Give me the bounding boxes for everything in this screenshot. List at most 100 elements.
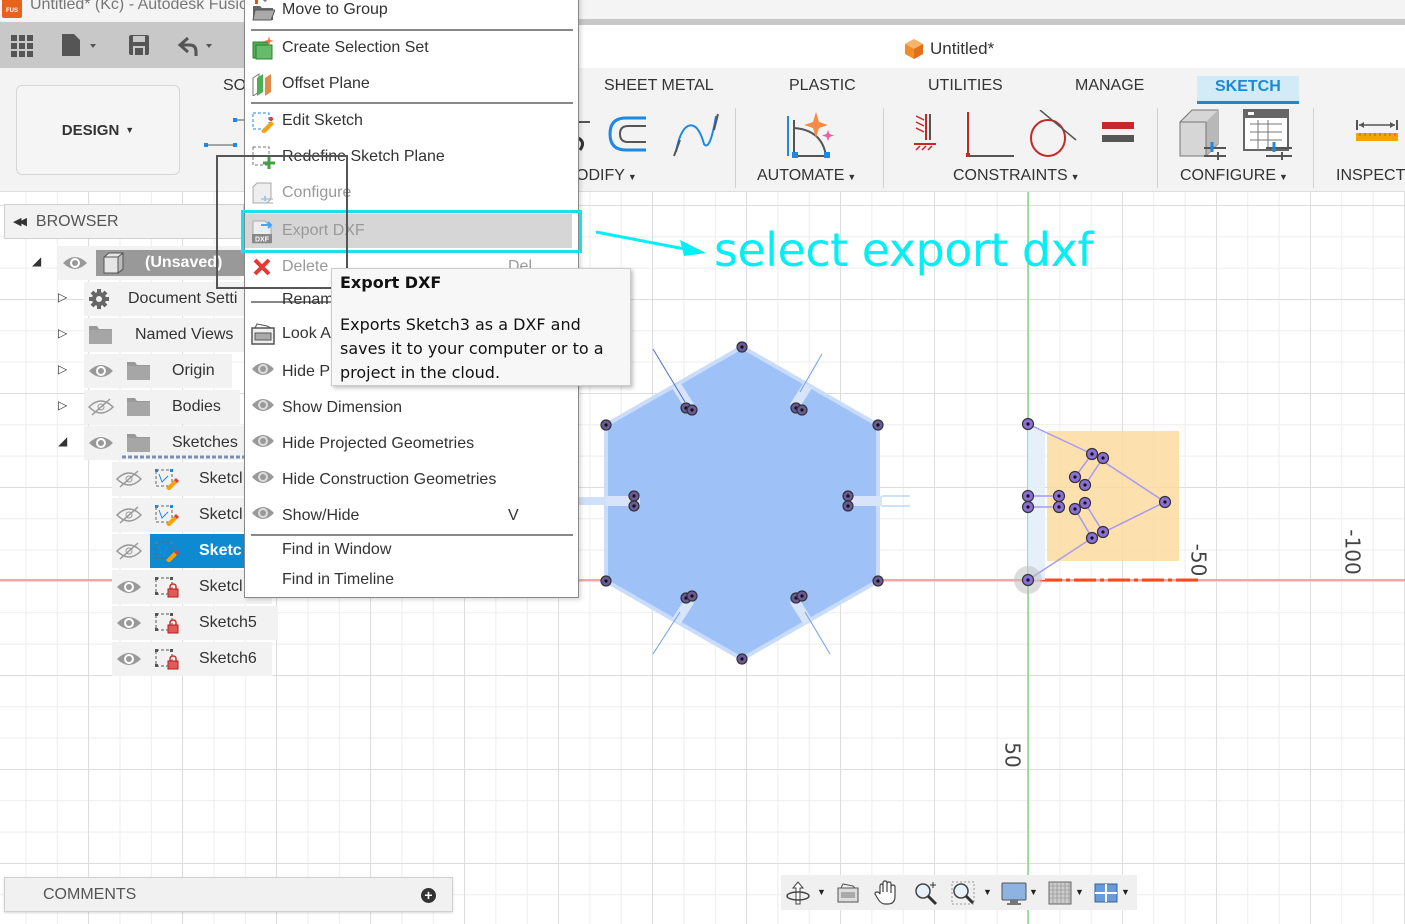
- browser-item[interactable]: Sketch6: [0, 642, 272, 676]
- browser-item[interactable]: ▷ Origin: [0, 354, 250, 388]
- measure-icon[interactable]: [1356, 120, 1400, 144]
- sketch-point-dot: [800, 408, 804, 412]
- menu-item-configure[interactable]: Configure: [245, 176, 578, 210]
- menu-item-redefine-sketch-plane[interactable]: Redefine Sketch Plane: [245, 140, 578, 174]
- browser-item[interactable]: Sketcl: [0, 498, 250, 532]
- menu-item-show-dimension[interactable]: Show Dimension: [245, 391, 578, 425]
- comments-panel[interactable]: COMMENTS +: [4, 877, 453, 912]
- viewports-dropdown-icon[interactable]: ▼: [1121, 887, 1130, 897]
- sketch-point-dot: [690, 408, 694, 412]
- browser-item[interactable]: ◢ (Unsaved): [0, 246, 250, 280]
- automate-icon[interactable]: [784, 112, 838, 160]
- menu-item-show-hide[interactable]: Show/Hide V: [245, 499, 578, 533]
- browser-item[interactable]: ◢ Sketches: [0, 426, 250, 460]
- hidden-eye-icon[interactable]: [87, 398, 115, 416]
- menu-item-create-selection-set[interactable]: Create Selection Set: [245, 31, 578, 65]
- hexagon-profile[interactable]: [578, 344, 910, 662]
- file-icon[interactable]: [60, 32, 102, 58]
- menu-item-edit-sketch[interactable]: Edit Sketch: [245, 104, 578, 138]
- grid-dropdown-icon[interactable]: ▼: [1075, 887, 1084, 897]
- chevron-down-icon: ▼: [627, 172, 637, 182]
- visibility-eye-icon[interactable]: [88, 434, 114, 452]
- sketch-point-dot: [1073, 475, 1077, 479]
- sketch-point-dot: [1101, 456, 1105, 460]
- expand-arrow-icon[interactable]: ▷: [58, 326, 67, 340]
- sketch-point-dot: [1101, 530, 1105, 534]
- pan-icon[interactable]: [873, 880, 899, 906]
- configure-menu[interactable]: CONFIGURE ▼: [1180, 167, 1288, 185]
- hexagon-shape[interactable]: [604, 344, 880, 662]
- browser-item[interactable]: ▷ Bodies: [0, 390, 250, 424]
- automate-menu[interactable]: AUTOMATE ▼: [757, 167, 856, 185]
- expand-arrow-icon[interactable]: ▷: [58, 362, 67, 376]
- expand-arrow-icon[interactable]: ▷: [58, 290, 67, 304]
- tab-utilities[interactable]: UTILITIES: [928, 76, 1003, 104]
- browser-item[interactable]: Sketc: [0, 534, 250, 568]
- modify-tools-icons[interactable]: [576, 112, 722, 158]
- menu-item-find-in-window[interactable]: Find in Window: [245, 533, 578, 567]
- menu-item-label: Edit Sketch: [282, 112, 363, 129]
- inspect-menu[interactable]: INSPECT: [1336, 167, 1405, 185]
- visibility-eye-icon[interactable]: [116, 578, 142, 596]
- collapse-arrow-icon[interactable]: ◢: [58, 434, 67, 448]
- menu-item-hide-projected-geometries[interactable]: Hide Projected Geometries: [245, 427, 578, 461]
- save-icon[interactable]: [128, 32, 150, 58]
- orbit-dropdown-icon[interactable]: ▼: [817, 887, 826, 897]
- document-tab[interactable]: Untitled*: [904, 38, 994, 60]
- browser-title: BROWSER: [35, 212, 119, 230]
- triangle-profile[interactable]: [1014, 423, 1179, 594]
- browser-item-label: (Unsaved): [145, 254, 223, 271]
- tab-solid[interactable]: SO: [223, 76, 246, 104]
- visibility-eye-icon[interactable]: [62, 254, 88, 272]
- hidden-eye-icon[interactable]: [115, 542, 143, 560]
- browser-item[interactable]: Sketch5: [0, 606, 278, 640]
- zoom-window-icon[interactable]: [951, 880, 977, 906]
- tab-sketch[interactable]: SKETCH: [1197, 76, 1299, 104]
- look-at-icon[interactable]: [835, 880, 861, 906]
- ribbon-separator: [883, 108, 884, 188]
- hidden-eye-icon[interactable]: [115, 506, 143, 524]
- sketch-point-dot: [690, 594, 694, 598]
- visibility-eye-icon[interactable]: [88, 362, 114, 380]
- constraints-icons[interactable]: [910, 110, 1140, 160]
- visibility-eye-icon[interactable]: [116, 650, 142, 668]
- sketch-edit-icon: [154, 468, 180, 491]
- collapse-panel-icon[interactable]: ◀◀: [13, 215, 27, 228]
- sketch-point-dot: [1163, 500, 1167, 504]
- tab-plastic[interactable]: PLASTIC: [789, 76, 856, 104]
- tab-manage[interactable]: MANAGE: [1075, 76, 1144, 104]
- add-comment-icon[interactable]: +: [421, 888, 436, 903]
- workspace-switcher-button[interactable]: DESIGN ▼: [16, 85, 180, 175]
- collapse-arrow-icon[interactable]: ◢: [32, 254, 41, 268]
- slot-guide-br: [804, 611, 831, 655]
- configure-table-icon: [1243, 109, 1292, 160]
- modify-menu[interactable]: ODIFY ▼: [576, 167, 637, 185]
- tab-sheet-metal[interactable]: SHEET METAL: [604, 76, 714, 104]
- expand-arrow-icon[interactable]: ▷: [58, 398, 67, 412]
- visibility-eye-icon[interactable]: [116, 614, 142, 632]
- constraints-menu[interactable]: CONSTRAINTS ▼: [953, 167, 1080, 185]
- line-tool-icon[interactable]: [200, 116, 244, 152]
- menu-item-offset-plane[interactable]: Offset Plane: [245, 67, 578, 101]
- display-dropdown-icon[interactable]: ▼: [1029, 887, 1038, 897]
- zoom-dropdown-icon[interactable]: ▼: [983, 887, 992, 897]
- configure-icons[interactable]: [1178, 108, 1296, 160]
- hidden-eye-icon[interactable]: [115, 470, 143, 488]
- grid-settings-icon[interactable]: [1047, 880, 1073, 906]
- menu-item-export-dxf[interactable]: DXF Export DXF: [245, 214, 572, 248]
- menu-item-move-to-group[interactable]: Move to Group: [245, 0, 578, 27]
- profile-region[interactable]: [1047, 431, 1179, 561]
- menu-item-hide-construction-geometries[interactable]: Hide Construction Geometries: [245, 463, 578, 497]
- browser-item[interactable]: ▷ Document Setti: [0, 282, 250, 316]
- browser-item[interactable]: Sketcl: [0, 462, 250, 496]
- browser-item[interactable]: Sketcl: [0, 570, 272, 604]
- viewports-icon[interactable]: [1093, 880, 1119, 906]
- browser-item[interactable]: ▷ Named Views: [0, 318, 250, 352]
- browser-panel-header[interactable]: ◀◀ BROWSER: [4, 204, 244, 239]
- app-grid-icon[interactable]: [10, 32, 34, 58]
- zoom-icon[interactable]: [913, 880, 939, 906]
- display-settings-icon[interactable]: [1001, 880, 1027, 906]
- orbit-icon[interactable]: [785, 880, 811, 906]
- menu-item-find-in-timeline[interactable]: Find in Timeline: [245, 563, 578, 597]
- undo-icon[interactable]: [176, 32, 222, 58]
